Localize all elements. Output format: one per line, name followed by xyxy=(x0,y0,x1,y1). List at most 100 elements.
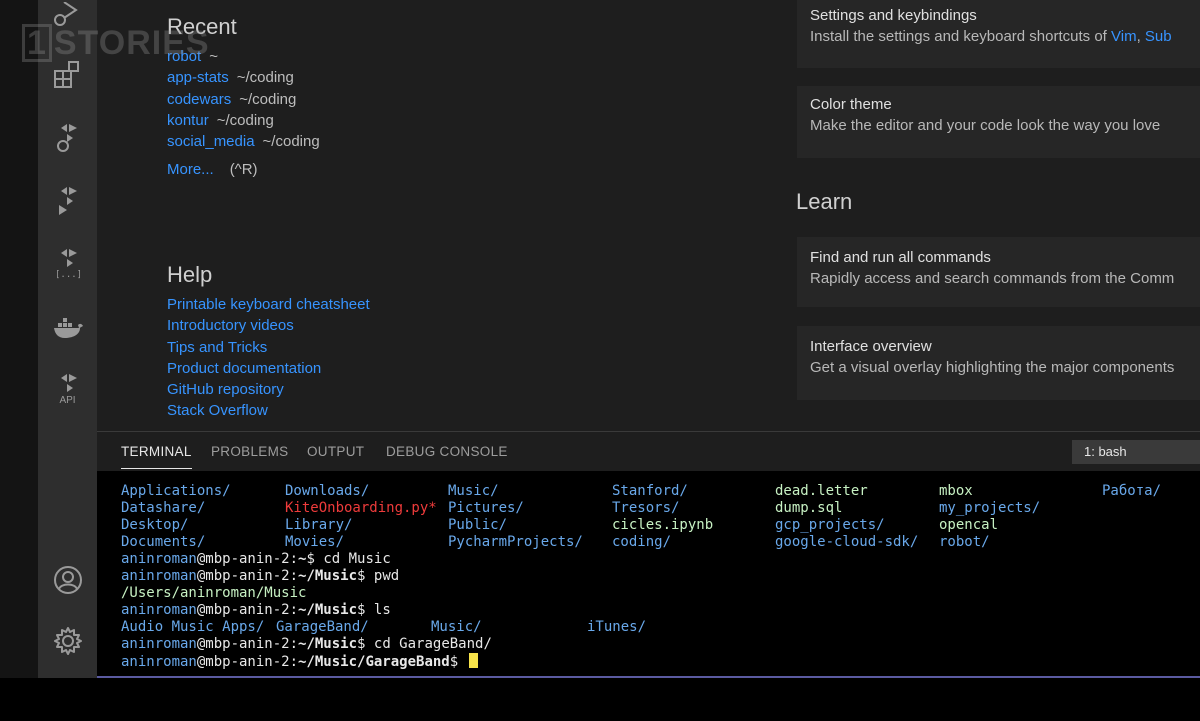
tab-problems[interactable]: PROBLEMS xyxy=(211,432,288,471)
prompt-line: aninroman@mbp-anin-2:~$ cd Music xyxy=(121,551,391,567)
ls-entry: Movies/ xyxy=(285,534,345,550)
card-desc: Get a visual overlay highlighting the ma… xyxy=(810,359,1175,376)
terminal-output[interactable]: Applications/ Downloads/ Music/ Stanford… xyxy=(97,471,1200,678)
card-title: Find and run all commands xyxy=(810,249,991,266)
vim-keymap-link[interactable]: Vim xyxy=(1111,28,1137,45)
watermark-logo: 1 STORIES xyxy=(22,24,210,63)
ls-row: Desktop/ Library/ Public/ cicles.ipynb g… xyxy=(121,517,998,534)
activity-bar: [...] API xyxy=(38,0,97,678)
help-link-stack-overflow[interactable]: Stack Overflow xyxy=(167,402,268,419)
card-desc: Make the editor and your code look the w… xyxy=(810,117,1161,134)
ls-entry: KiteOnboarding.py* xyxy=(285,500,437,516)
ls-entry: google-cloud-sdk/ xyxy=(775,534,919,550)
prompt-host: @mbp-anin-2: xyxy=(196,568,299,584)
prompt-command: ls xyxy=(365,602,391,618)
recent-item-link[interactable]: codewars xyxy=(167,91,231,108)
recent-item-path: ~/coding xyxy=(239,90,297,108)
learn-title: Learn xyxy=(796,189,853,214)
card-title: Color theme xyxy=(810,96,892,113)
recent-item: social_media ~/coding xyxy=(167,131,320,152)
recent-more-row: More... (^R) xyxy=(167,159,258,180)
help-link-tips-tricks[interactable]: Tips and Tricks xyxy=(167,339,267,356)
help-list: Printable keyboard cheatsheet Introducto… xyxy=(167,294,370,422)
help-link-github-repo[interactable]: GitHub repository xyxy=(167,381,284,398)
interface-overview-card[interactable]: Interface overview Get a visual overlay … xyxy=(797,326,1200,400)
ls-entry: Pictures/ xyxy=(448,500,524,516)
settings-gear-icon[interactable] xyxy=(38,624,97,658)
prompt-user: aninroman xyxy=(121,654,197,670)
recent-item: codewars ~/coding xyxy=(167,89,320,110)
recent-more-shortcut: (^R) xyxy=(229,161,258,178)
recent-item-path: ~/coding xyxy=(262,133,320,151)
ls-entry: PycharmProjects/ xyxy=(448,534,583,550)
prompt-line-active: aninroman@mbp-anin-2:~/Music/GarageBand$ xyxy=(121,653,478,670)
recent-more-link[interactable]: More... xyxy=(167,161,214,178)
help-link-keyboard-cheatsheet[interactable]: Printable keyboard cheatsheet xyxy=(167,296,370,313)
ls-row: Audio Music Apps/ GarageBand/ Music/ iTu… xyxy=(121,619,646,636)
prompt-command xyxy=(458,654,466,670)
card-desc: Rapidly access and search commands from … xyxy=(810,270,1175,287)
card-desc: Install the settings and keyboard shortc… xyxy=(810,28,1200,45)
tab-debug-console[interactable]: DEBUG CONSOLE xyxy=(386,432,508,471)
recent-item-link[interactable]: kontur xyxy=(167,112,209,129)
prompt-command: pwd xyxy=(365,568,400,584)
ls-row: Documents/ Movies/ PycharmProjects/ codi… xyxy=(121,534,990,551)
ls-row: Datashare/ KiteOnboarding.py* Pictures/ … xyxy=(121,500,1040,517)
settings-keybindings-card[interactable]: Settings and keybindings Install the set… xyxy=(797,0,1200,68)
prompt-user: aninroman xyxy=(121,602,197,618)
kite-brackets-icon[interactable]: [...] xyxy=(38,246,97,280)
ls-entry: Desktop/ xyxy=(121,517,189,533)
prompt-cwd: ~/Music xyxy=(298,602,358,618)
help-title: Help xyxy=(167,262,213,287)
ls-entry: mbox xyxy=(939,483,973,499)
prompt-user: aninroman xyxy=(121,636,197,652)
watermark-box: 1 xyxy=(22,24,52,62)
recent-item-path: ~/coding xyxy=(236,69,294,87)
api-icon xyxy=(60,374,77,392)
prompt-line: aninroman@mbp-anin-2:~/Music$ pwd xyxy=(121,568,400,584)
tab-output[interactable]: OUTPUT xyxy=(307,432,364,471)
help-link-product-docs[interactable]: Product documentation xyxy=(167,360,321,377)
ls-entry: robot/ xyxy=(939,534,990,550)
welcome-page: Recent robot ~ app-stats ~/coding codewars… xyxy=(97,0,1200,431)
kite-icon[interactable] xyxy=(38,121,97,155)
docker-icon[interactable] xyxy=(38,312,97,342)
prompt-line: aninroman@mbp-anin-2:~/Music$ ls xyxy=(121,602,391,618)
recent-item-path: ~ xyxy=(209,48,218,65)
prompt-host: @mbp-anin-2: xyxy=(196,654,299,670)
account-icon[interactable] xyxy=(38,563,97,597)
kite-run-icon[interactable] xyxy=(38,184,97,218)
tab-terminal[interactable]: TERMINAL xyxy=(121,432,192,471)
terminal-cursor xyxy=(468,653,478,668)
api-icon-button[interactable]: API xyxy=(38,372,97,408)
ls-entry: GarageBand/ xyxy=(276,619,369,635)
card-title: Interface overview xyxy=(810,338,932,355)
ls-entry: Tresors/ xyxy=(612,500,680,516)
ls-entry: Stanford/ xyxy=(612,483,688,499)
card-title: Settings and keybindings xyxy=(810,7,977,24)
terminal-selector-dropdown[interactable]: 1: bash xyxy=(1072,440,1200,464)
ls-entry: Library/ xyxy=(285,517,353,533)
color-theme-card[interactable]: Color theme Make the editor and your cod… xyxy=(797,86,1200,158)
find-run-commands-card[interactable]: Find and run all commands Rapidly access… xyxy=(797,237,1200,307)
command-output: /Users/aninroman/Music xyxy=(121,585,307,601)
ls-entry: Downloads/ xyxy=(285,483,370,499)
ls-entry: dump.sql xyxy=(775,500,843,516)
prompt-host: @mbp-anin-2: xyxy=(196,636,299,652)
ls-entry: opencal xyxy=(939,517,999,533)
recent-item-link[interactable]: social_media xyxy=(167,133,255,150)
ls-entry: dead.letter xyxy=(775,483,868,499)
svg-text:[...]: [...] xyxy=(55,270,82,279)
ls-entry: cicles.ipynb xyxy=(612,517,714,533)
recent-item-path: ~/coding xyxy=(216,111,274,129)
prompt-host: @mbp-anin-2: xyxy=(196,602,299,618)
recent-item-link[interactable]: app-stats xyxy=(167,69,229,86)
sublime-keymap-link[interactable]: Sub xyxy=(1145,28,1172,45)
window-left-edge xyxy=(0,0,38,678)
ls-entry: Audio Music Apps/ xyxy=(121,619,265,635)
ls-entry: Работа/ xyxy=(1102,483,1162,499)
recent-item: app-stats ~/coding xyxy=(167,67,320,88)
ls-entry: my_projects/ xyxy=(939,500,1041,516)
prompt-command: cd GarageBand/ xyxy=(365,636,492,652)
help-link-intro-videos[interactable]: Introductory videos xyxy=(167,317,294,334)
